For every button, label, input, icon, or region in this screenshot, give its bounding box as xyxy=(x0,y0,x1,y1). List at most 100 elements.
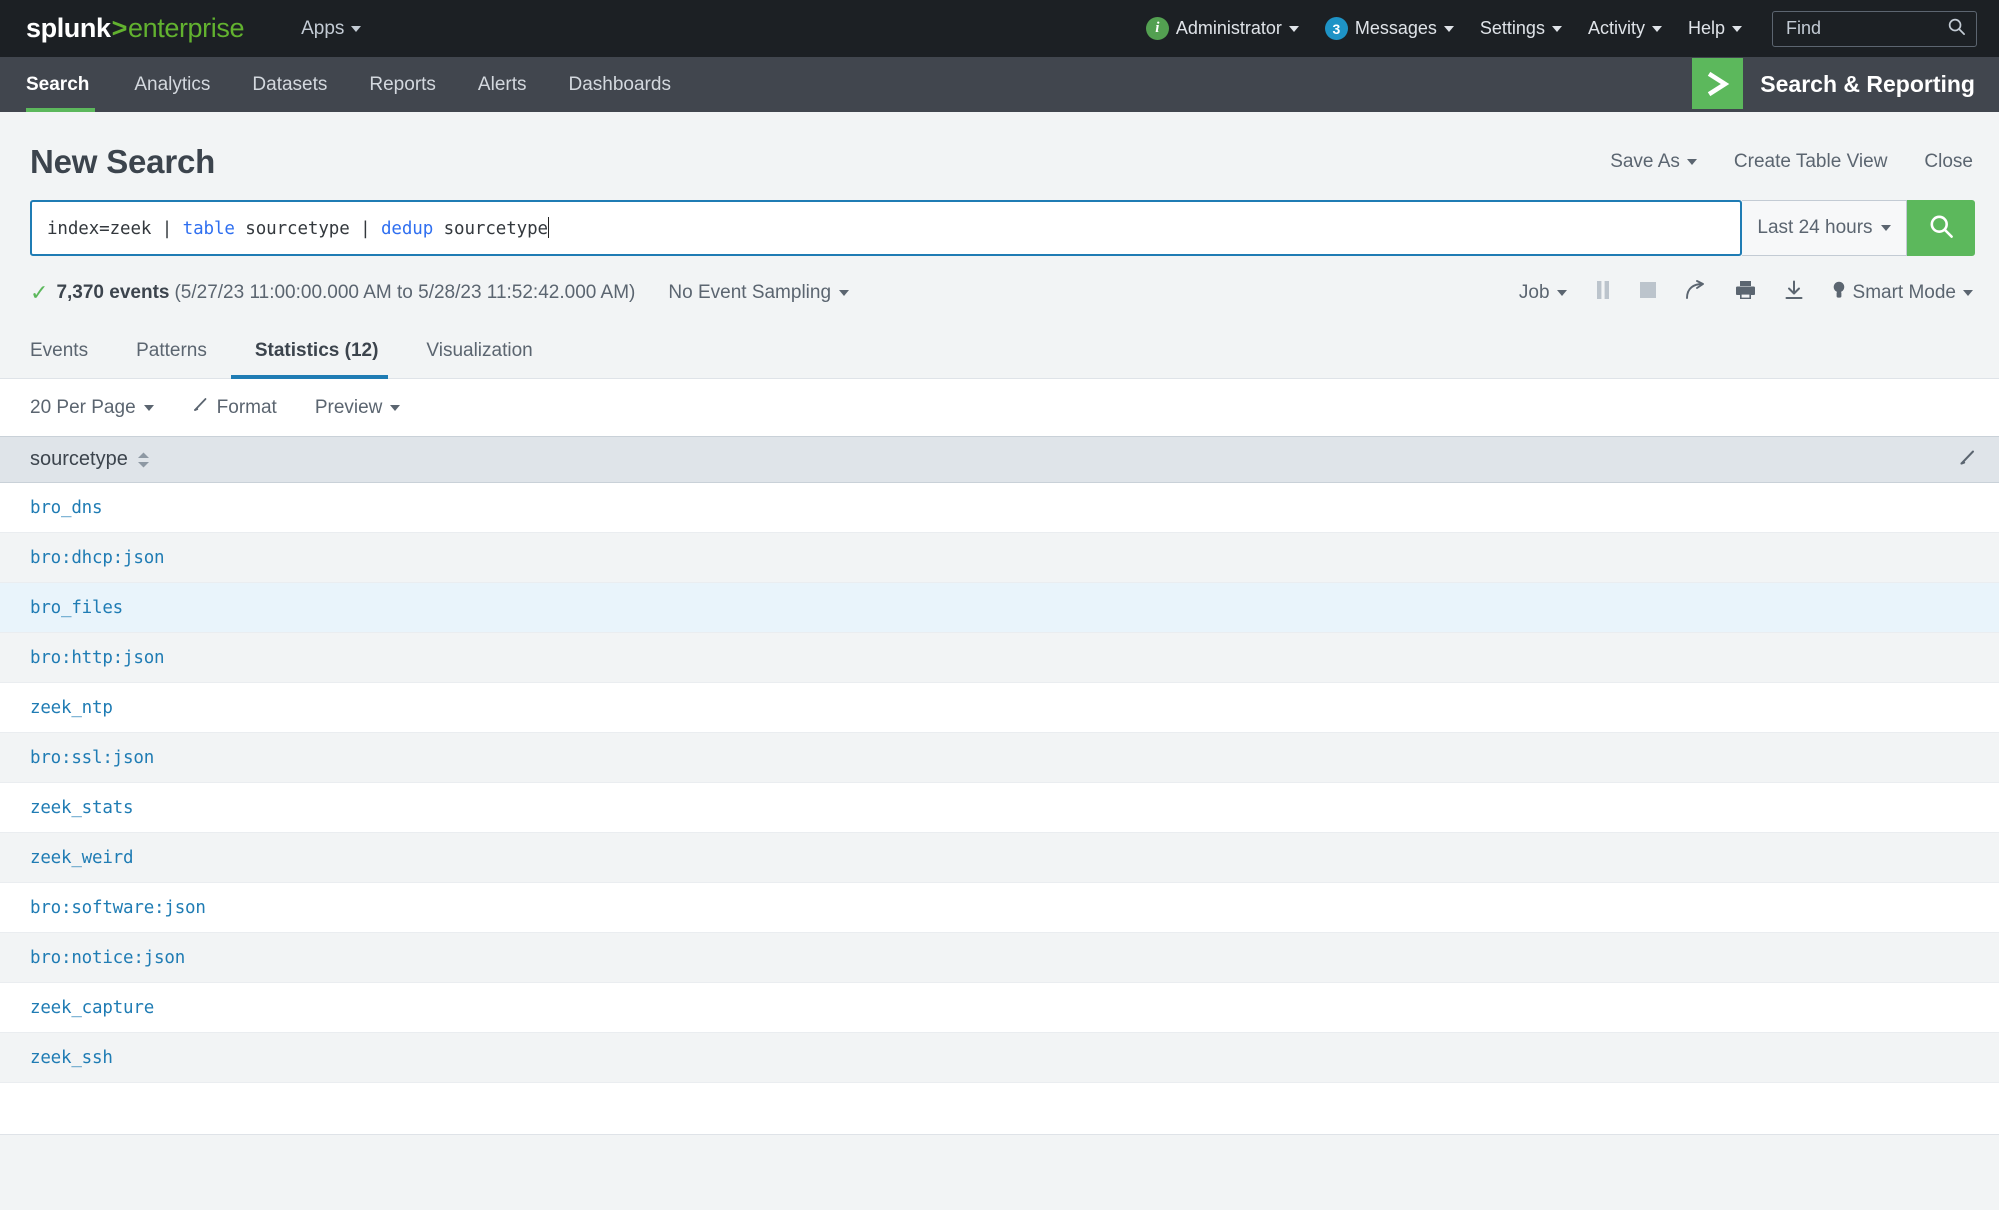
nav-item-analytics[interactable]: Analytics xyxy=(113,57,231,112)
table-row[interactable]: zeek_ssh xyxy=(0,1033,1999,1083)
cell-sourcetype[interactable]: zeek_stats xyxy=(30,798,134,818)
activity-menu[interactable]: Activity xyxy=(1588,18,1662,39)
table-footer-spacer xyxy=(0,1083,1999,1135)
table-row[interactable]: zeek_stats xyxy=(0,783,1999,833)
search-icon xyxy=(1947,17,1966,41)
edit-table-icon[interactable] xyxy=(1958,448,1977,472)
messages-count-badge: 3 xyxy=(1324,17,1348,40)
close-label: Close xyxy=(1924,151,1973,172)
export-button[interactable] xyxy=(1784,280,1804,306)
tab-label: Statistics (12) xyxy=(254,339,379,361)
search-input[interactable]: index=zeek | table sourcetype | dedup so… xyxy=(30,200,1742,256)
column-header-label: sourcetype xyxy=(30,448,128,470)
nav-item-search[interactable]: Search xyxy=(26,57,113,112)
logo-edition: enterprise xyxy=(128,13,245,43)
job-menu[interactable]: Job xyxy=(1519,282,1567,304)
tab-statistics[interactable]: Statistics (12) xyxy=(230,323,403,379)
preview-menu[interactable]: Preview xyxy=(315,397,401,419)
chevron-down-icon xyxy=(1686,159,1697,165)
tab-label: Events xyxy=(30,339,89,361)
cell-sourcetype[interactable]: bro_dns xyxy=(30,498,103,518)
top-bar-right-group: i Administrator 3 Messages Settings Acti… xyxy=(1145,10,1977,47)
chevron-down-icon xyxy=(143,404,154,411)
search-submit-button[interactable] xyxy=(1907,200,1975,256)
app-name-label: Search & Reporting xyxy=(1760,71,1975,97)
nav-item-datasets[interactable]: Datasets xyxy=(231,57,348,112)
app-brand[interactable]: Search & Reporting xyxy=(1692,57,1999,112)
save-as-label: Save As xyxy=(1610,151,1680,172)
splunk-logo[interactable]: splunk > enterprise xyxy=(26,13,244,44)
create-table-view-button[interactable]: Create Table View xyxy=(1734,151,1888,173)
table-row[interactable]: bro:http:json xyxy=(0,633,1999,683)
cell-sourcetype[interactable]: zeek_ntp xyxy=(30,698,113,718)
nav-item-dashboards[interactable]: Dashboards xyxy=(548,57,692,112)
cell-sourcetype[interactable]: bro:dhcp:json xyxy=(30,548,165,568)
cell-sourcetype[interactable]: zeek_ssh xyxy=(30,1048,113,1068)
pencil-icon xyxy=(192,396,209,419)
table-row[interactable]: zeek_ntp xyxy=(0,683,1999,733)
cell-sourcetype[interactable]: zeek_capture xyxy=(30,998,154,1018)
page-header-actions: Save As Create Table View Close xyxy=(1610,151,1973,173)
cell-sourcetype[interactable]: bro_files xyxy=(30,598,123,618)
help-menu[interactable]: Help xyxy=(1688,18,1742,39)
query-keyword: dedup xyxy=(380,219,434,239)
page-footer xyxy=(0,1135,1999,1210)
nav-item-reports[interactable]: Reports xyxy=(348,57,457,112)
check-icon: ✓ xyxy=(30,280,49,305)
format-button[interactable]: Format xyxy=(192,396,277,419)
column-header-sourcetype[interactable]: sourcetype xyxy=(30,448,150,471)
user-menu[interactable]: i Administrator xyxy=(1145,17,1299,40)
stop-button[interactable] xyxy=(1639,281,1657,305)
table-row[interactable]: zeek_capture xyxy=(0,983,1999,1033)
cell-sourcetype[interactable]: bro:http:json xyxy=(30,648,165,668)
preview-label: Preview xyxy=(314,396,383,418)
cell-sourcetype[interactable]: bro:notice:json xyxy=(30,948,185,968)
table-row[interactable]: bro:software:json xyxy=(0,883,1999,933)
chevron-down-icon xyxy=(390,404,401,411)
page-header: New Search Save As Create Table View Clo… xyxy=(0,112,1999,184)
cell-sourcetype[interactable]: zeek_weird xyxy=(30,848,134,868)
chevron-down-icon xyxy=(1880,225,1891,231)
search-mode-menu[interactable]: Smart Mode xyxy=(1832,280,1973,306)
nav-item-alerts[interactable]: Alerts xyxy=(457,57,548,112)
table-row[interactable]: bro:dhcp:json xyxy=(0,533,1999,583)
download-icon xyxy=(1784,280,1804,306)
stop-icon xyxy=(1639,281,1657,305)
settings-menu[interactable]: Settings xyxy=(1480,18,1562,39)
time-range-picker[interactable]: Last 24 hours xyxy=(1742,200,1907,256)
cell-sourcetype[interactable]: bro:software:json xyxy=(30,898,206,918)
chevron-down-icon xyxy=(351,25,362,32)
search-bar-row: index=zeek | table sourcetype | dedup so… xyxy=(0,184,1999,256)
find-input-placeholder: Find xyxy=(1786,18,1822,38)
tab-events[interactable]: Events xyxy=(30,323,112,378)
chevron-down-icon xyxy=(1732,25,1742,32)
event-sampling-menu[interactable]: No Event Sampling xyxy=(668,282,850,304)
table-row[interactable]: bro:ssl:json xyxy=(0,733,1999,783)
share-button[interactable] xyxy=(1685,280,1707,306)
table-controls: 20 Per Page Format Preview xyxy=(0,379,1999,436)
nav-item-label: Search xyxy=(26,73,90,95)
tab-patterns[interactable]: Patterns xyxy=(112,323,231,378)
table-row[interactable]: zeek_weird xyxy=(0,833,1999,883)
close-button[interactable]: Close xyxy=(1924,151,1973,173)
share-icon xyxy=(1685,280,1707,306)
print-button[interactable] xyxy=(1735,280,1756,306)
chevron-down-icon xyxy=(1551,25,1562,32)
tab-label: Patterns xyxy=(136,339,207,361)
apps-menu[interactable]: Apps xyxy=(301,18,362,40)
table-row[interactable]: bro_files xyxy=(0,583,1999,633)
result-tabs: Events Patterns Statistics (12) Visualiz… xyxy=(0,323,1999,379)
tab-visualization[interactable]: Visualization xyxy=(402,323,556,378)
format-label: Format xyxy=(216,396,277,418)
save-as-button[interactable]: Save As xyxy=(1610,151,1697,173)
table-row[interactable]: bro:notice:json xyxy=(0,933,1999,983)
messages-menu[interactable]: 3 Messages xyxy=(1324,17,1454,40)
per-page-menu[interactable]: 20 Per Page xyxy=(30,397,154,419)
nav-item-label: Reports xyxy=(369,73,436,95)
cell-sourcetype[interactable]: bro:ssl:json xyxy=(30,748,154,768)
pause-button[interactable] xyxy=(1595,280,1611,306)
per-page-label: 20 Per Page xyxy=(30,396,136,418)
find-input[interactable]: Find xyxy=(1772,10,1977,47)
user-menu-label: Administrator xyxy=(1175,18,1282,38)
table-row[interactable]: bro_dns xyxy=(0,483,1999,533)
